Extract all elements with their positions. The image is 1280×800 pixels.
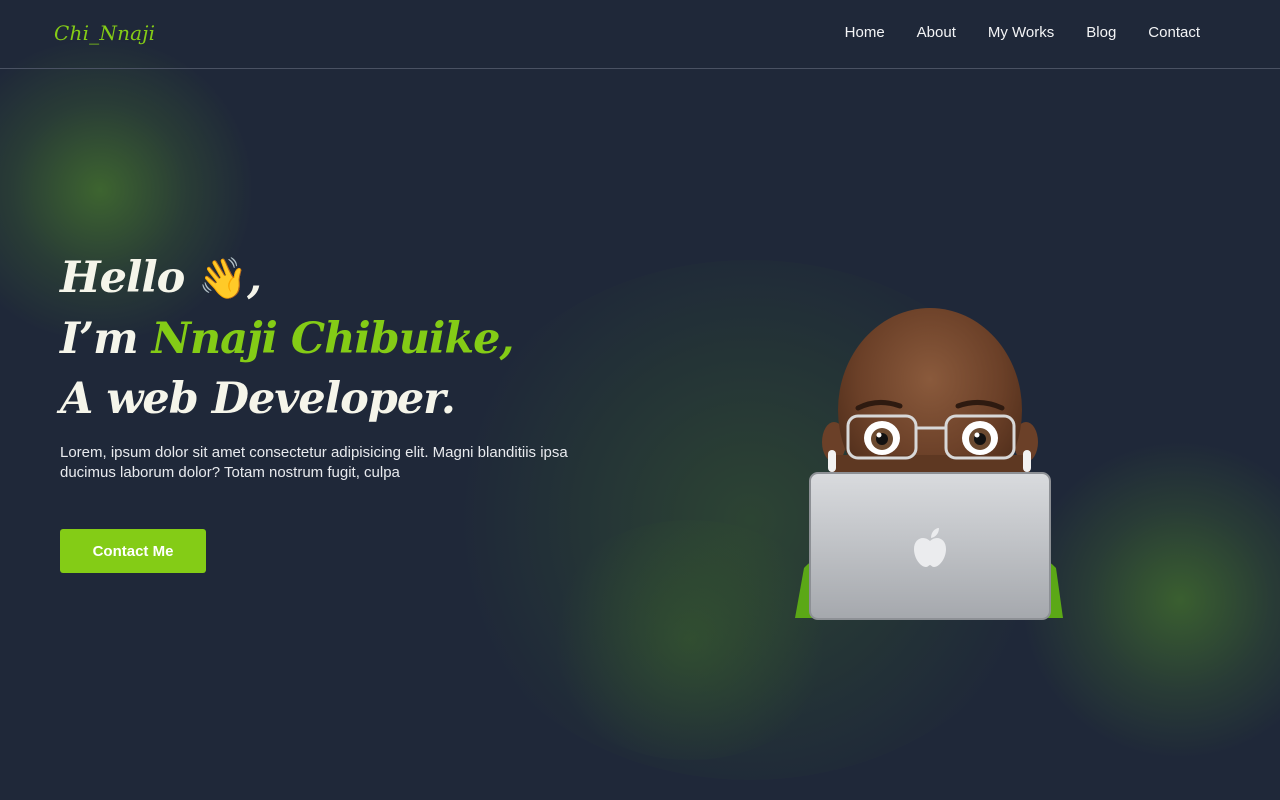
nav-about[interactable]: About xyxy=(917,24,956,41)
hero-role: A web Developer. xyxy=(60,374,456,424)
contact-me-button[interactable]: Contact Me xyxy=(60,529,206,573)
hero-section: Hello 👋, I’m Nnaji Chibuike, A web Devel… xyxy=(60,248,660,483)
waving-hand-icon: 👋 xyxy=(198,255,248,302)
nav-contact[interactable]: Contact xyxy=(1148,24,1200,41)
nav-blog[interactable]: Blog xyxy=(1086,24,1116,41)
hero-name: Nnaji Chibuike, xyxy=(151,314,515,364)
site-header: Chi_Nnaji Home About My Works Blog Conta… xyxy=(0,0,1280,69)
memoji-laptop-icon xyxy=(790,300,1070,620)
intro-prefix: I’m xyxy=(60,314,152,364)
hero-description: Lorem, ipsum dolor sit amet consectetur … xyxy=(60,444,568,481)
main-nav: Home About My Works Blog Contact xyxy=(845,24,1200,41)
greeting-comma: , xyxy=(247,253,262,303)
hero-heading: Hello 👋, I’m Nnaji Chibuike, A web Devel… xyxy=(60,248,660,429)
logo[interactable]: Chi_Nnaji xyxy=(54,21,155,45)
nav-my-works[interactable]: My Works xyxy=(988,24,1054,41)
greeting: Hello xyxy=(60,253,185,303)
nav-home[interactable]: Home xyxy=(845,24,885,41)
